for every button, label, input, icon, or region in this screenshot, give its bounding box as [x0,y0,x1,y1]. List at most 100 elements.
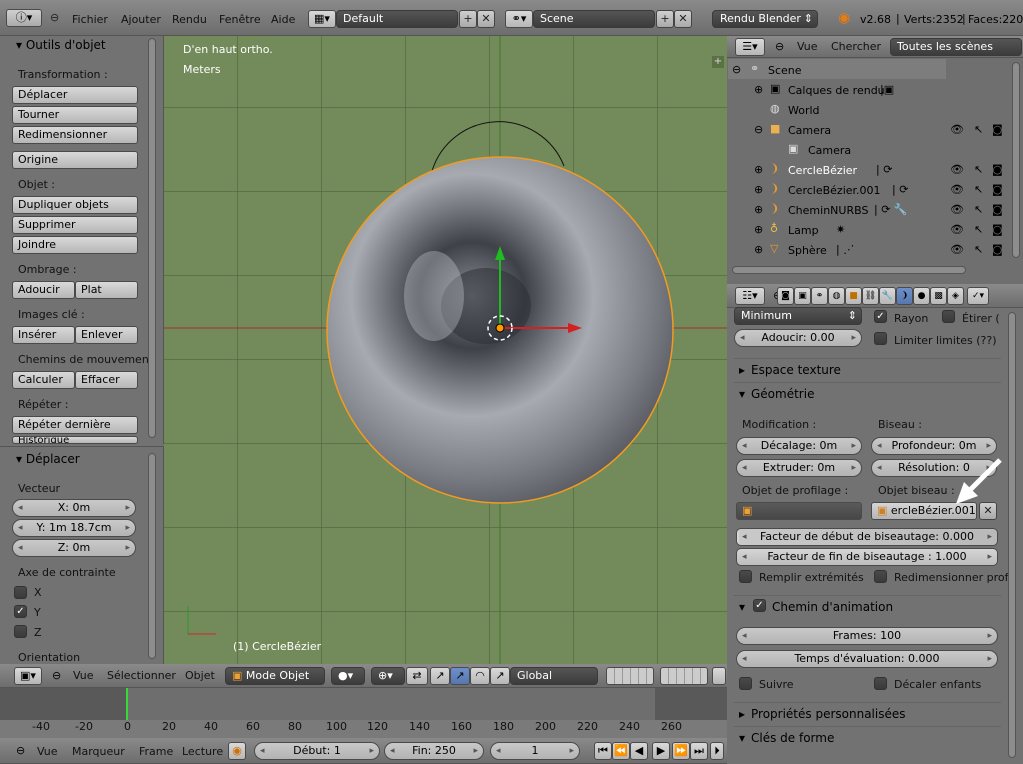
inserer-button[interactable]: Insérer [12,326,75,344]
cursor-select-icon[interactable]: ↖ [974,163,983,176]
origine-button[interactable]: Origine [12,151,138,169]
rotate-manipulator[interactable]: ↗ [450,667,470,685]
menu-fichier[interactable]: Fichier [72,13,108,26]
eye-icon[interactable]: 👁 [950,123,964,136]
vecteur-z-field[interactable]: Z: 0m [12,539,136,557]
outliner-menu-vue[interactable]: Vue [797,40,818,53]
timeline-playhead[interactable] [126,688,128,720]
timeline-strip[interactable] [0,688,727,738]
cursor-select-icon[interactable]: ↖ [974,183,983,196]
deplacer-button[interactable]: Déplacer [12,86,138,104]
manip-extra[interactable]: ↗ [490,667,510,685]
adoucir-button[interactable]: Adoucir [12,281,75,299]
render-camera-icon[interactable]: ◙ [992,163,1003,176]
menu-objet[interactable]: Objet [185,669,215,682]
timeline-collapse-icon[interactable]: ⊖ [16,744,25,757]
remplir-checkbox[interactable] [739,570,752,583]
cursor-select-icon[interactable]: ↖ [974,123,983,136]
outliner-editor-type[interactable]: ☰▾ [735,38,765,56]
suivre-checkbox[interactable] [739,677,752,690]
collapse-icon[interactable]: ⊖ [754,123,763,136]
outliner-menu-chercher[interactable]: Chercher [831,40,881,53]
enlever-button[interactable]: Enlever [75,326,138,344]
layers-grid-2[interactable] [660,667,708,685]
timeline-menu-lecture[interactable]: Lecture [182,745,223,758]
tab-object[interactable]: ■ [845,287,862,305]
outliner-filter-select[interactable]: Toutes les scènes [890,38,1022,56]
cursor-select-icon[interactable]: ↖ [974,203,983,216]
record-button[interactable]: ◉ [228,742,246,760]
axis-y-checkbox[interactable]: ✓ [14,605,27,618]
redimensionner-button[interactable]: Redimensionner [12,126,138,144]
expand-icon[interactable]: ⊕ [754,183,763,196]
dupliquer-button[interactable]: Dupliquer objets [12,196,138,214]
facteur-fin-slider[interactable]: Facteur de fin de biseautage : 1.000 [736,548,998,566]
tab-extra[interactable]: ✓▾ [967,287,989,305]
prev-key-button[interactable]: ⏪ [612,742,630,760]
tourner-button[interactable]: Tourner [12,106,138,124]
espace-texture-panel[interactable]: ▸ Espace texture [733,358,1001,380]
shading-select[interactable]: ●▾ [331,667,365,685]
layers-lock[interactable] [712,667,726,685]
expand-icon[interactable]: ⊕ [754,163,763,176]
menu-rendu[interactable]: Rendu [172,13,207,26]
end-frame-field[interactable]: Fin: 250 [384,742,484,760]
menu-fenetre[interactable]: Fenêtre [219,13,261,26]
facteur-debut-slider[interactable]: Facteur de début de biseautage: 0.000 [736,528,998,546]
cursor-select-icon[interactable]: ↖ [974,223,983,236]
tab-modifiers[interactable]: 🔧 [879,287,896,305]
layout-add-button[interactable]: + [459,10,477,28]
rayon-checkbox[interactable]: ✓ [874,310,887,323]
collapse-icon[interactable]: ⊖ [732,63,741,76]
redimensionner-checkbox[interactable] [874,570,887,583]
outliner-row[interactable]: ⊕ ▽ Sphère | ⋰ 👁 ↖ ◙ [728,240,1018,260]
render-engine-select[interactable]: Rendu Blender ⇕ [712,10,818,28]
tab-render-layers[interactable]: ▣ [794,287,811,305]
chemin-animation-panel[interactable]: ▾ ✓ Chemin d'animation [733,595,1001,617]
tab-scene[interactable]: ⚭ [811,287,828,305]
adoucir-field[interactable]: Adoucir: 0.00 [734,329,862,347]
timeline-menu-marqueur[interactable]: Marqueur [72,745,125,758]
scene-close-button[interactable]: ✕ [674,10,692,28]
eye-icon[interactable]: 👁 [950,203,964,216]
menu-ajouter[interactable]: Ajouter [121,13,161,26]
tool-shelf-scrollbar[interactable] [148,38,156,438]
layout-close-button[interactable]: ✕ [477,10,495,28]
proprietes-perso-panel[interactable]: ▸ Propriétés personnalisées [733,702,1001,724]
vecteur-y-field[interactable]: Y: 1m 18.7cm [12,519,136,537]
layout-icon-button[interactable]: ▦▾ [308,10,336,28]
axis-z-checkbox[interactable] [14,625,27,638]
eye-icon[interactable]: 👁 [950,223,964,236]
tab-material[interactable]: ● [913,287,930,305]
render-camera-icon[interactable]: ◙ [992,223,1003,236]
frames-field[interactable]: Frames: 100 [736,627,998,645]
viewport-collapse-icon[interactable]: ⊖ [52,669,61,682]
outliner-row[interactable]: ⊕ ❩ CercleBézier.001 | ⟳ 👁 ↖ ◙ [728,180,1018,200]
timeline-menu-vue[interactable]: Vue [37,745,58,758]
transform-orientation-select[interactable]: Global [510,667,598,685]
outliner-hscroll[interactable] [732,266,966,274]
menu-selectionner[interactable]: Sélectionner [107,669,176,682]
mode-select[interactable]: ▣ Mode Objet [225,667,325,685]
translate-manipulator[interactable]: ↗ [430,667,450,685]
limiter-checkbox[interactable] [874,332,887,345]
outliner-row[interactable]: ⊕ ❩ CheminNURBS | ⟳ 🔧 👁 ↖ ◙ [728,200,1018,220]
extruder-field[interactable]: Extruder: 0m [736,459,862,477]
axis-x-checkbox[interactable] [14,586,27,599]
joindre-button[interactable]: Joindre [12,236,138,254]
plat-button[interactable]: Plat [75,281,138,299]
scene-icon-button[interactable]: ⚭▾ [505,10,533,28]
expand-icon[interactable]: ⊕ [754,203,763,216]
scene-field[interactable]: Scene [533,10,655,28]
chemin-checkbox[interactable]: ✓ [753,599,766,612]
eye-icon[interactable]: 👁 [950,183,964,196]
decaler-checkbox[interactable] [874,677,887,690]
jump-start-button[interactable]: ⏮ [594,742,612,760]
tab-render[interactable]: ◙ [777,287,794,305]
outliner-row[interactable]: ⊕ ♁ Lamp ✷ 👁 ↖ ◙ [728,220,1018,240]
repeter-derniere-button[interactable]: Répéter dernière [12,416,138,434]
tab-texture[interactable]: ▩ [930,287,947,305]
current-frame-field[interactable]: 1 [490,742,580,760]
outliner-row[interactable]: ◍ World [728,100,1018,120]
operator-title[interactable]: ▾ Déplacer [16,452,80,466]
